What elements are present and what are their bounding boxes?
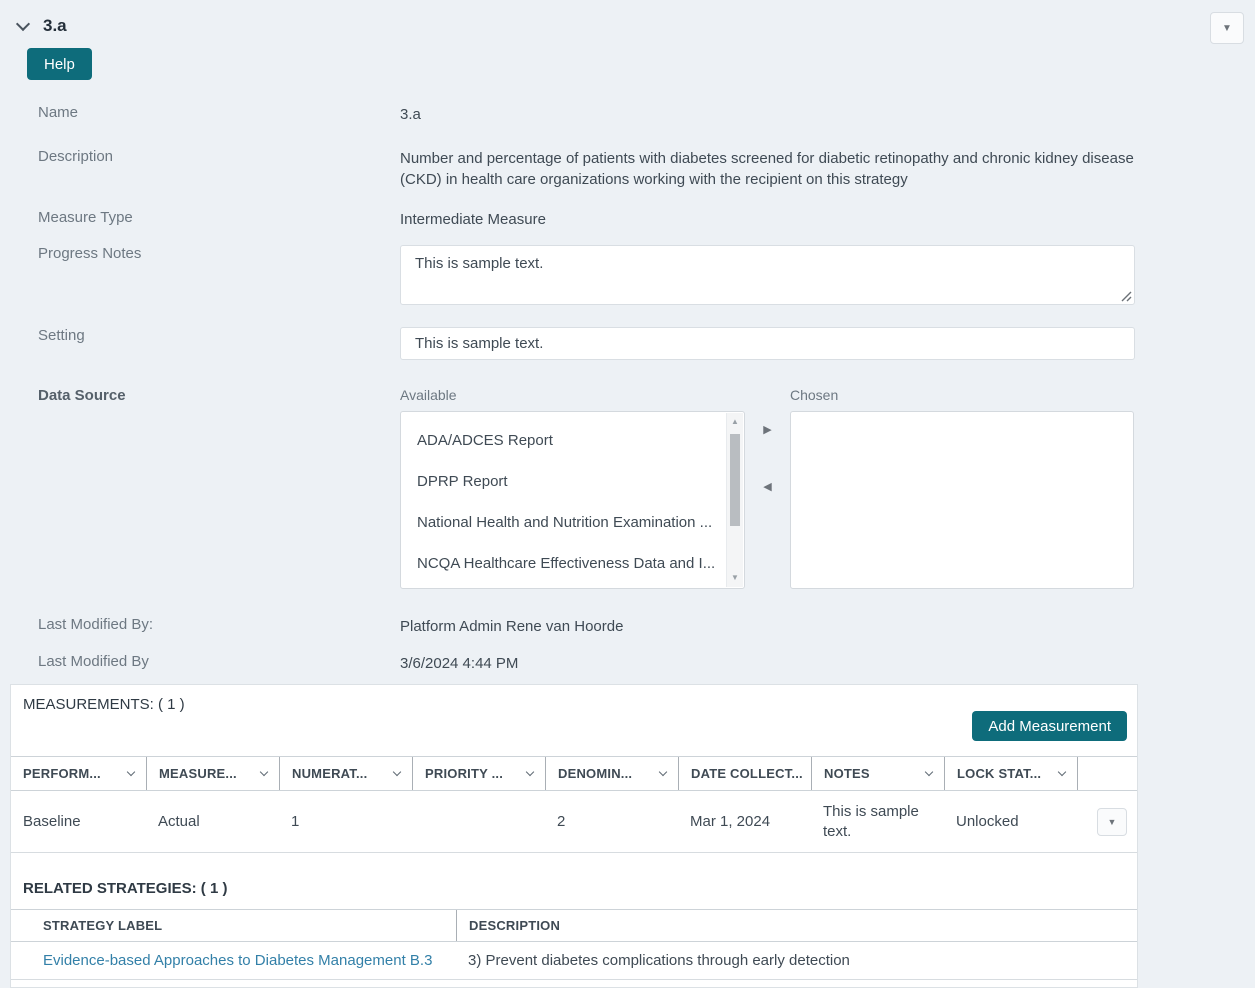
- measurements-table-header: PERFORM... MEASURE... NUMERAT... PRIORITY .…: [11, 756, 1137, 791]
- column-header-label: DATE COLLECT...: [691, 766, 803, 781]
- column-menu-chevron-icon[interactable]: [1057, 767, 1067, 777]
- column-header-label: LOCK STAT...: [957, 766, 1042, 781]
- progress-notes-textarea[interactable]: [400, 245, 1135, 305]
- measurement-column-header: PRIORITY ...: [412, 757, 545, 790]
- last-modified-by-date-label: Last Modified By: [38, 653, 149, 670]
- progress-notes-label: Progress Notes: [38, 245, 142, 262]
- last-modified-by-name-label: Last Modified By:: [38, 616, 154, 633]
- column-menu-chevron-icon[interactable]: [525, 767, 535, 777]
- setting-input[interactable]: [400, 327, 1135, 360]
- strategy-label-cell: Evidence-based Approaches to Diabetes Ma…: [11, 952, 456, 969]
- strategies-column-header: STRATEGY LABEL: [43, 918, 163, 933]
- measurement-column-header: NOTES: [811, 757, 944, 790]
- strategies-column-header: DESCRIPTION: [456, 910, 1137, 941]
- measurement-column-header: DENOMIN...: [545, 757, 678, 790]
- measurement-cell-actions: ▼: [1077, 807, 1139, 836]
- description-value: Number and percentage of patients with d…: [400, 150, 1134, 188]
- move-left-button[interactable]: ◀: [763, 480, 771, 493]
- chosen-label: Chosen: [790, 387, 839, 403]
- column-menu-chevron-icon[interactable]: [392, 767, 402, 777]
- measurement-column-header: LOCK STAT...: [944, 757, 1077, 790]
- chosen-listbox[interactable]: [790, 411, 1134, 589]
- measurement-column-header-empty: [1077, 757, 1137, 790]
- form-row-description: Description Number and percentage of pat…: [0, 148, 1255, 190]
- scroll-down-icon[interactable]: ▼: [727, 573, 743, 583]
- column-menu-chevron-icon[interactable]: [126, 767, 136, 777]
- measurement-column-header: MEASURE...: [146, 757, 279, 790]
- measurement-cell: Baseline: [23, 812, 81, 830]
- column-menu-chevron-icon[interactable]: [259, 767, 269, 777]
- listbox-scrollbar[interactable]: ▲ ▼: [726, 413, 743, 587]
- move-right-button[interactable]: ▶: [763, 423, 771, 436]
- measurements-panel: MEASUREMENTS: ( 1 ) Add Measurement PERF…: [10, 684, 1138, 988]
- help-button[interactable]: Help: [27, 48, 92, 80]
- column-header-label: PRIORITY ...: [425, 766, 504, 781]
- column-header-label: DENOMIN...: [558, 766, 633, 781]
- strategy-link[interactable]: Evidence-based Approaches to Diabetes Ma…: [43, 952, 432, 969]
- measurement-cell: 2: [557, 812, 566, 830]
- form-row-name: Name 3.a: [0, 104, 1255, 125]
- measure-type-value: Intermediate Measure: [400, 211, 546, 228]
- measurement-cell: This is sample text.: [823, 803, 919, 840]
- scroll-up-icon[interactable]: ▲: [727, 417, 743, 427]
- measurement-cell: Actual: [158, 812, 200, 830]
- column-header-label: NOTES: [824, 766, 870, 781]
- data-source-option[interactable]: NCQA Healthcare Effectiveness Data and I…: [401, 543, 726, 584]
- measurement-column-header: DATE COLLECT...: [678, 757, 811, 790]
- related-strategies-title: RELATED STRATEGIES: ( 1 ): [23, 880, 228, 897]
- strategy-description: 3) Prevent diabetes complications throug…: [468, 952, 850, 969]
- form-row-last-modified-by-name: Last Modified By: Platform Admin Rene va…: [0, 616, 1255, 637]
- column-header-label: PERFORM...: [23, 766, 101, 781]
- measurement-column-header: NUMERAT...: [279, 757, 412, 790]
- available-listbox[interactable]: ADA/ADCES Report DPRP Report National Heal…: [400, 411, 745, 589]
- strategies-table-header: STRATEGY LABEL DESCRIPTION: [11, 909, 1137, 942]
- scrollbar-thumb[interactable]: [730, 434, 740, 526]
- collapse-chevron-icon[interactable]: [15, 16, 31, 32]
- name-value: 3.a: [400, 106, 421, 123]
- measurement-column-header: PERFORM...: [11, 757, 146, 790]
- setting-label: Setting: [38, 327, 85, 344]
- form-row-setting: Setting: [0, 327, 1255, 360]
- column-menu-chevron-icon[interactable]: [924, 767, 934, 777]
- available-label: Available: [400, 387, 457, 403]
- measure-type-label: Measure Type: [38, 209, 133, 226]
- measurement-cell: Unlocked: [956, 812, 1019, 830]
- data-source-option[interactable]: DPRP Report: [401, 461, 726, 502]
- description-label: Description: [38, 148, 114, 165]
- data-source-option[interactable]: National Health and Nutrition Examinatio…: [401, 502, 726, 543]
- page-title: 3.a: [43, 16, 67, 35]
- last-modified-by-name-value: Platform Admin Rene van Hoorde: [400, 618, 624, 635]
- caret-down-icon: ▼: [1107, 816, 1117, 827]
- measurement-row-menu-button[interactable]: ▼: [1097, 807, 1127, 836]
- header-menu-button[interactable]: ▼: [1210, 12, 1244, 44]
- measurement-cell: Mar 1, 2024: [690, 812, 771, 830]
- caret-down-icon: ▼: [1222, 22, 1232, 34]
- column-header-label: NUMERAT...: [292, 766, 368, 781]
- measurement-cell: 1: [291, 812, 300, 830]
- form-row-last-modified-by-date: Last Modified By 3/6/2024 4:44 PM: [0, 653, 1255, 674]
- data-source-option[interactable]: ADA/ADCES Report: [401, 420, 726, 461]
- strategy-row: Evidence-based Approaches to Diabetes Ma…: [11, 942, 1137, 980]
- form-row-measure-type: Measure Type Intermediate Measure: [0, 209, 1255, 230]
- form-row-progress-notes: Progress Notes: [0, 245, 1255, 305]
- form-row-data-source: Data Source Available ADA/ADCES Report DP…: [0, 387, 1255, 589]
- last-modified-by-date-value: 3/6/2024 4:44 PM: [400, 655, 519, 672]
- add-measurement-button[interactable]: Add Measurement: [972, 711, 1127, 741]
- measurement-table-row: Baseline Actual 1 2 Mar 1, 2024 This is sampl…: [11, 791, 1137, 853]
- column-menu-chevron-icon[interactable]: [658, 767, 668, 777]
- measure-form: Name 3.a Description Number and percenta…: [0, 104, 1255, 674]
- section-header: 3.a ▼: [0, 0, 1255, 44]
- measurements-title: MEASUREMENTS: ( 1 ): [23, 696, 185, 713]
- name-label: Name: [38, 104, 79, 121]
- column-header-label: MEASURE...: [159, 766, 237, 781]
- data-source-label: Data Source: [38, 387, 126, 404]
